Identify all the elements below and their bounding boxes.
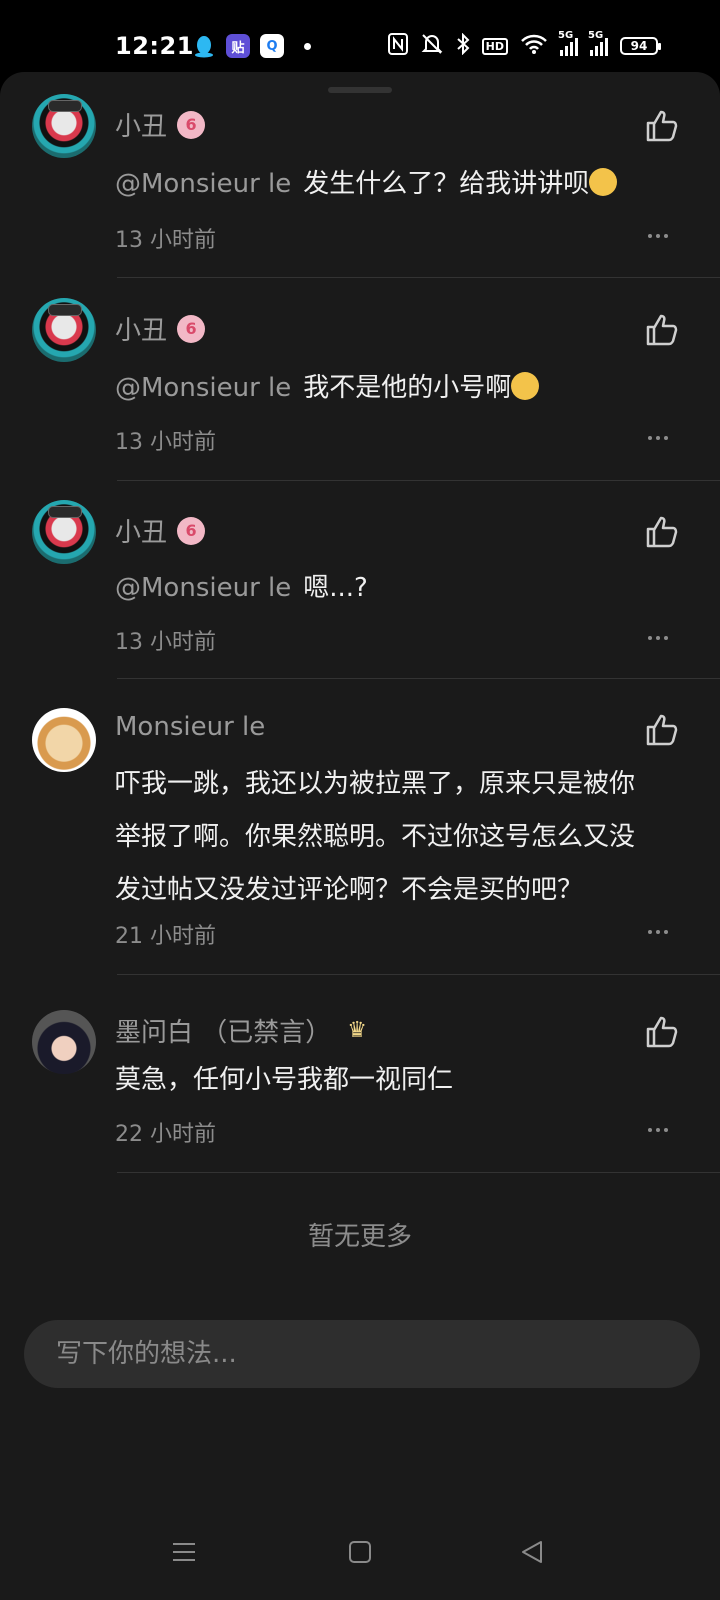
comment-author[interactable]: 小丑 6: [115, 512, 206, 549]
grinning-sweat-emoji: [511, 371, 540, 400]
comment-time: 22 小时前: [115, 1122, 216, 1147]
comment-body: 莫急，任何小号我都一视同仁: [115, 1065, 454, 1095]
tieba-icon: 贴: [226, 34, 250, 58]
comment-body: 我不是他的小号啊: [303, 373, 512, 403]
q-browser-icon: Q: [260, 34, 284, 58]
comment-author[interactable]: 小丑 6: [115, 310, 206, 347]
comment-time: 21 小时前: [115, 924, 216, 949]
like-thumb-icon[interactable]: [644, 312, 680, 348]
more-options-icon[interactable]: [648, 636, 672, 640]
signal-5g-1-icon: 5G: [558, 30, 578, 56]
comment-text: 莫急，任何小号我都一视同仁: [115, 1054, 675, 1107]
crown-icon: ♛: [347, 1018, 367, 1043]
home-square-icon[interactable]: [346, 1538, 374, 1566]
divider: [117, 277, 720, 278]
comment-line: 举报了啊。你果然聪明。不过你这号怎么又没: [115, 822, 636, 852]
comment-text: @Monsieur le 发生什么了？给我讲讲呗: [115, 158, 675, 211]
comment-author[interactable]: Monsieur le: [115, 712, 265, 742]
username[interactable]: 小丑: [115, 106, 167, 143]
thinking-face-emoji: [589, 167, 618, 196]
comment-author[interactable]: 墨问白 （已禁言） ♛: [115, 1012, 367, 1049]
like-thumb-icon[interactable]: [644, 108, 680, 144]
status-time: 12:21: [115, 32, 194, 60]
like-thumb-icon[interactable]: [644, 712, 680, 748]
avatar[interactable]: [32, 500, 96, 564]
username[interactable]: Monsieur le: [115, 712, 265, 742]
comment-body: 嗯...?: [303, 573, 368, 603]
username[interactable]: 小丑: [115, 310, 167, 347]
divider: [117, 1172, 720, 1173]
level-badge-icon: 6: [177, 314, 206, 343]
menu-icon[interactable]: [170, 1538, 198, 1566]
more-options-icon[interactable]: [648, 930, 672, 934]
system-nav-bar: [0, 1512, 720, 1600]
like-thumb-icon[interactable]: [644, 1014, 680, 1050]
comment-text: @Monsieur le 嗯...?: [115, 562, 675, 615]
mention-link[interactable]: @Monsieur le: [115, 169, 291, 199]
comment-text: 吓我一跳，我还以为被拉黑了，原来只是被你 举报了啊。你果然聪明。不过你这号怎么又…: [115, 758, 675, 917]
avatar[interactable]: [32, 1010, 96, 1074]
comment-author[interactable]: 小丑 6: [115, 106, 206, 143]
mute-vibrate-icon: [420, 33, 444, 59]
notification-icons: 贴 Q: [192, 34, 311, 58]
divider: [117, 974, 720, 975]
qq-icon: [192, 34, 216, 58]
avatar[interactable]: [32, 94, 96, 158]
divider: [117, 678, 720, 679]
status-bar: 12:21 贴 Q HD 5G 5G 94: [0, 0, 720, 72]
level-badge-icon: 6: [177, 110, 206, 139]
no-more-label: 暂无更多: [307, 1222, 412, 1252]
hd-voice-icon: HD: [481, 37, 508, 55]
like-thumb-icon[interactable]: [644, 514, 680, 550]
bluetooth-icon: [456, 32, 470, 59]
avatar[interactable]: [32, 708, 96, 772]
reply-sheet: 小丑 6 @Monsieur le 发生什么了？给我讲讲呗 13 小时前 小丑 6…: [0, 72, 720, 1512]
wifi-icon: [520, 34, 548, 58]
drag-handle[interactable]: [328, 87, 392, 93]
avatar[interactable]: [32, 298, 96, 362]
comment-body: 发生什么了？给我讲讲呗: [303, 169, 590, 199]
username[interactable]: 小丑: [115, 512, 167, 549]
comment-time: 13 小时前: [115, 630, 216, 655]
divider: [117, 480, 720, 481]
comment-input[interactable]: 写下你的想法...: [24, 1320, 700, 1388]
more-options-icon[interactable]: [648, 234, 672, 238]
comment-line: 发过帖又没发过评论啊？不会是买的吧？: [115, 875, 584, 905]
more-options-icon[interactable]: [648, 436, 672, 440]
mention-link[interactable]: @Monsieur le: [115, 573, 291, 603]
username[interactable]: 墨问白 （已禁言）: [115, 1012, 331, 1049]
signal-5g-2-icon: 5G: [588, 30, 608, 56]
comment-time: 13 小时前: [115, 228, 216, 253]
more-options-icon[interactable]: [648, 1128, 672, 1132]
battery-indicator: 94: [620, 37, 661, 55]
mention-link[interactable]: @Monsieur le: [115, 373, 291, 403]
comment-line: 吓我一跳，我还以为被拉黑了，原来只是被你: [115, 769, 636, 799]
back-triangle-icon[interactable]: [518, 1538, 546, 1566]
more-notifications-dot-icon: [304, 42, 311, 50]
system-indicators: HD 5G 5G 94: [387, 30, 661, 59]
comment-time: 13 小时前: [115, 430, 216, 455]
level-badge-icon: 6: [177, 516, 206, 545]
nfc-icon: [387, 33, 408, 59]
comment-text: @Monsieur le 我不是他的小号啊: [115, 362, 675, 415]
